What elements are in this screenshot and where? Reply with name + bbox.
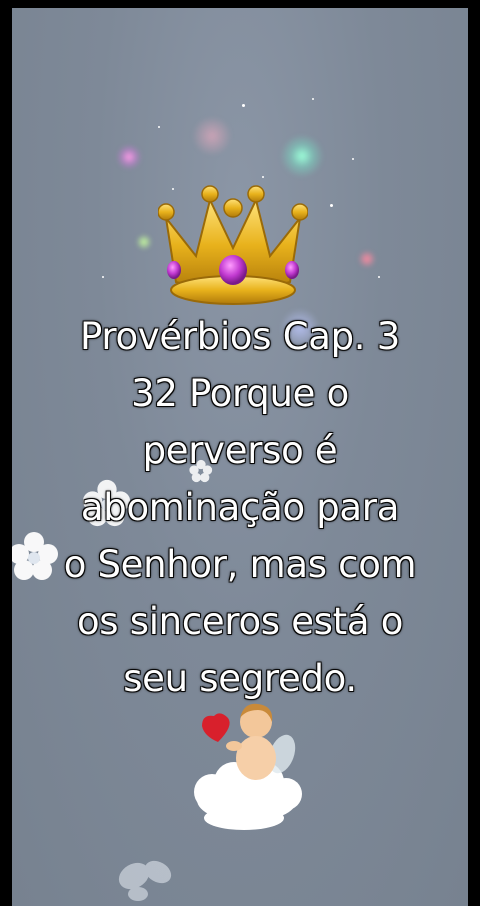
- star-dot: [352, 158, 354, 160]
- verse-line: os sinceros está o: [76, 600, 404, 643]
- star-dot: [158, 126, 160, 128]
- sparkle: [280, 134, 324, 178]
- verse-line: perverso é: [142, 429, 338, 472]
- verse-line: o Senhor, mas com: [63, 543, 417, 586]
- star-dot: [102, 276, 104, 278]
- sparkle: [192, 116, 232, 156]
- cherub-with-heart-icon: [194, 703, 302, 830]
- butterfly-icon: [118, 860, 172, 901]
- star-dot: [330, 204, 333, 207]
- verse-line: Provérbios Cap. 3: [80, 315, 400, 358]
- crown-icon: [158, 185, 308, 305]
- video-frame: Provérbios Cap. 3 32 Porque o perverso é…: [0, 0, 480, 906]
- sparkle: [136, 234, 152, 250]
- star-dot: [242, 104, 245, 107]
- video-panel: Provérbios Cap. 3 32 Porque o perverso é…: [12, 8, 468, 906]
- verse-line: 32 Porque o: [131, 372, 349, 415]
- star-dot: [312, 98, 314, 100]
- verse-line: abominação para: [80, 486, 400, 529]
- sparkle: [116, 144, 142, 170]
- verse-text: Provérbios Cap. 3 32 Porque o perverso é…: [20, 308, 460, 707]
- sparkle: [358, 250, 376, 268]
- star-dot: [378, 276, 380, 278]
